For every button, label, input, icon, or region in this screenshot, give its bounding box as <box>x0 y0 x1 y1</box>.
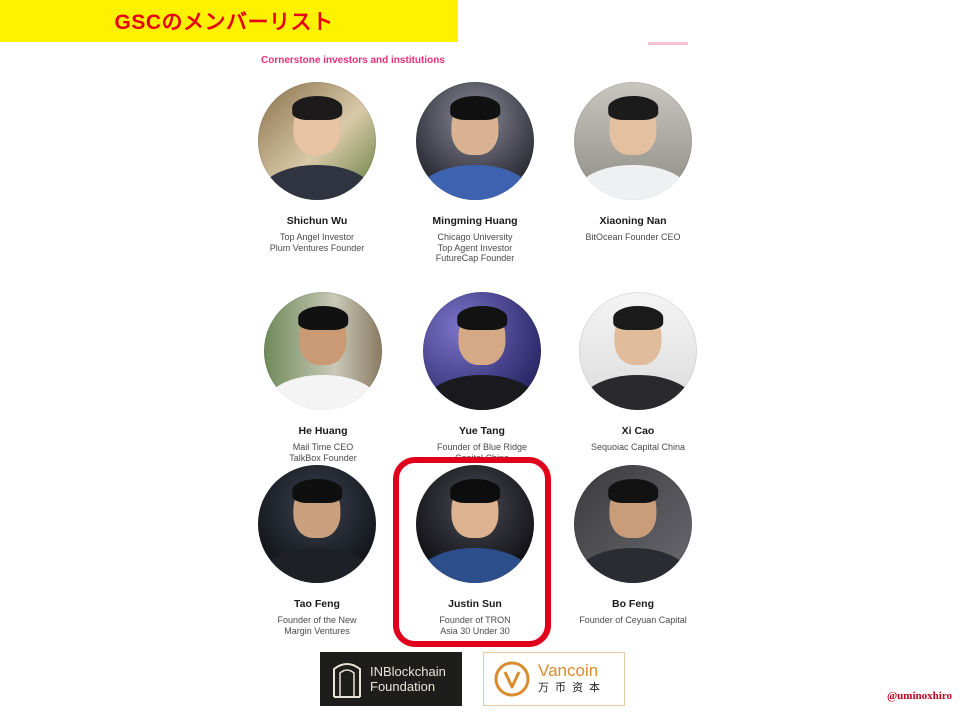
member-role: Founder of the New Margin Ventures <box>277 615 357 636</box>
member-name: Mingming Huang <box>432 215 518 227</box>
member-role: Sequoiac Capital China <box>590 442 686 452</box>
member-name: Xiaoning Nan <box>599 215 667 227</box>
section-heading: Cornerstone investors and institutions <box>261 55 445 66</box>
member-card-shichun-wu: Shichun Wu Top Angel Investor Plum Ventu… <box>232 82 402 253</box>
avatar-photo <box>423 292 541 410</box>
member-card-xi-cao: Xi Cao Sequoiac Capital China <box>553 292 723 453</box>
inblockchain-wordmark: INBlockchain Foundation <box>370 664 446 694</box>
avatar-photo <box>579 292 697 410</box>
v-circle-icon <box>494 661 530 697</box>
member-name: Shichun Wu <box>286 215 348 227</box>
member-name: Yue Tang <box>459 425 505 437</box>
vancoin-logo: Vancoin 万币资本 <box>483 652 625 706</box>
arch-icon <box>333 663 361 698</box>
page-title: GSCのメンバーリスト <box>114 11 334 34</box>
avatar-photo <box>416 82 534 200</box>
member-name: Tao Feng <box>294 598 340 610</box>
author-credit: @uminoxhiro <box>886 690 952 702</box>
avatar-photo <box>258 82 376 200</box>
member-card-mingming-huang: Mingming Huang Chicago University Top Ag… <box>390 82 560 264</box>
vancoin-wordmark: Vancoin 万币资本 <box>538 661 606 695</box>
member-name: Bo Feng <box>612 598 654 610</box>
member-role: Founder of Ceyuan Capital <box>579 615 687 625</box>
avatar-photo <box>574 82 692 200</box>
avatar-photo <box>264 292 382 410</box>
member-card-bo-feng: Bo Feng Founder of Ceyuan Capital <box>548 465 718 626</box>
inblockchain-logo: INBlockchain Foundation <box>320 652 462 706</box>
member-role: Mail Time CEO TalkBox Founder <box>289 442 357 463</box>
member-role: Top Angel Investor Plum Ventures Founder <box>269 232 365 253</box>
member-card-tao-feng: Tao Feng Founder of the New Margin Ventu… <box>232 465 402 636</box>
title-banner: GSCのメンバーリスト <box>0 0 458 42</box>
member-role: Chicago University Top Agent Investor Fu… <box>435 232 515 263</box>
avatar-photo <box>258 465 376 583</box>
member-role: BitOcean Founder CEO <box>585 232 681 242</box>
member-name: Xi Cao <box>621 425 655 437</box>
member-card-he-huang: He Huang Mail Time CEO TalkBox Founder <box>238 292 408 463</box>
member-card-yue-tang: Yue Tang Founder of Blue Ridge Capital C… <box>397 292 567 463</box>
highlight-frame <box>393 457 551 647</box>
member-card-xiaoning-nan: Xiaoning Nan BitOcean Founder CEO <box>548 82 718 243</box>
member-name: He Huang <box>298 425 348 437</box>
avatar-photo <box>574 465 692 583</box>
decorative-line <box>648 42 688 45</box>
